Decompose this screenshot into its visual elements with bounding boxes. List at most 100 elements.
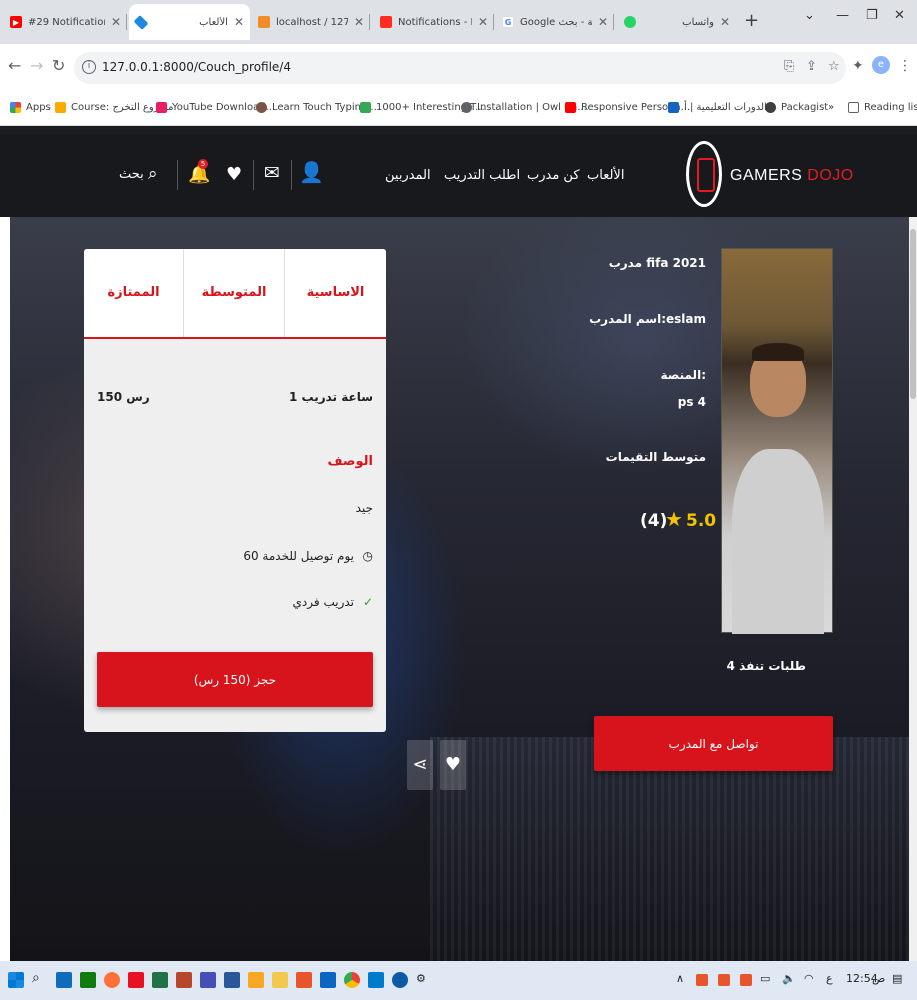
tab-search-icon[interactable]: ⌄ xyxy=(804,8,815,23)
file-explorer-icon[interactable] xyxy=(272,972,288,988)
minimize-icon[interactable]: — xyxy=(836,8,849,23)
coach-photo xyxy=(721,248,833,634)
youtube-icon: ▶ xyxy=(10,16,22,28)
translate-icon[interactable]: ⎘ xyxy=(784,59,794,74)
favorite-heart-icon[interactable]: ♥ xyxy=(440,740,466,790)
bookmark-item[interactable]: الدورات التعليمية | أ... xyxy=(668,102,776,113)
clock-ampm[interactable]: ص xyxy=(872,972,885,985)
back-arrow-icon[interactable]: ← xyxy=(8,56,21,75)
close-tab-icon[interactable]: ✕ xyxy=(598,15,608,29)
extensions-puzzle-icon[interactable]: ✦ xyxy=(852,58,864,74)
reload-icon[interactable]: ↻ xyxy=(52,56,65,75)
browser-tab[interactable]: G Google ترجمة - بحث ✕ xyxy=(496,4,614,40)
excel-icon[interactable] xyxy=(152,972,168,988)
pricing-card: الاساسية المتوسطة الممتازة 1 ساعة تدريب … xyxy=(84,249,386,732)
tab-basic[interactable]: الاساسية xyxy=(285,249,386,337)
word-icon[interactable] xyxy=(224,972,240,988)
browser-tab[interactable]: واتساب ✕ xyxy=(618,4,736,40)
close-tab-icon[interactable]: ✕ xyxy=(111,15,121,29)
more-bookmarks-button[interactable]: » xyxy=(828,102,834,113)
outlook-icon[interactable] xyxy=(320,972,336,988)
rating-count: (4) xyxy=(640,511,668,531)
logo-word-gamers: GAMERS xyxy=(730,167,803,184)
close-window-icon[interactable]: ✕ xyxy=(894,8,905,23)
orders-completed: 4 طلبات تنفذ xyxy=(726,659,806,673)
battery-icon[interactable]: ▭ xyxy=(760,972,770,985)
xampp-tray-icon[interactable] xyxy=(696,974,708,986)
notifications-center-icon[interactable]: ▤ xyxy=(892,972,902,985)
url-text[interactable]: 127.0.0.1:8000/Couch_profile/4 xyxy=(102,60,291,74)
search-icon[interactable]: ⌕ xyxy=(32,970,40,986)
bookmark-item[interactable]: Learn Touch Typing... xyxy=(256,102,377,113)
close-tab-icon[interactable]: ✕ xyxy=(354,15,364,29)
close-tab-icon[interactable]: ✕ xyxy=(720,15,730,29)
bookmark-apps[interactable]: Apps xyxy=(10,102,51,113)
favorites-heart-icon[interactable]: ♥ xyxy=(226,164,242,185)
platform-value: ps 4 xyxy=(677,395,706,409)
sublime-icon[interactable] xyxy=(248,972,264,988)
user-profile-icon[interactable]: 👤 xyxy=(299,160,324,184)
tab-title: واتساب xyxy=(682,16,714,28)
nav-coaches[interactable]: المدربين xyxy=(385,168,431,183)
close-tab-icon[interactable]: ✕ xyxy=(478,15,488,29)
task-view-icon[interactable] xyxy=(56,972,72,988)
site-logo[interactable]: GAMERS DOJO xyxy=(730,167,854,185)
site-info-icon[interactable]: i xyxy=(82,60,96,74)
calculator-icon[interactable] xyxy=(80,972,96,988)
powerpoint-icon[interactable] xyxy=(176,972,192,988)
chrome-icon[interactable] xyxy=(344,972,360,988)
book-button[interactable]: حجز (150 رس) xyxy=(97,652,373,707)
forward-arrow-icon[interactable]: → xyxy=(30,56,43,75)
nav-request-training[interactable]: اطلب التدريب xyxy=(444,168,520,183)
xampp-tray-icon[interactable] xyxy=(718,974,730,986)
menu-kebab-icon[interactable]: ⋮ xyxy=(898,58,912,74)
address-bar[interactable]: i 127.0.0.1:8000/Couch_profile/4 ⎘ ⇪ ☆ xyxy=(74,52,846,84)
contact-coach-button[interactable]: تواصل مع المدرب xyxy=(594,716,833,771)
more-bookmarks-label: » xyxy=(828,102,835,113)
page-scrollbar[interactable] xyxy=(909,217,917,961)
messages-envelope-icon[interactable]: ✉ xyxy=(264,162,280,184)
firefox-icon[interactable] xyxy=(104,972,120,988)
share-icon[interactable]: ⇪ xyxy=(806,59,817,74)
reading-list-button[interactable]: Reading list xyxy=(848,102,917,113)
browser-tab[interactable]: Notifications - Laravel ✕ xyxy=(374,4,494,40)
tab-title: #29 Notification Part xyxy=(28,16,105,28)
delivery-time: 60 يوم توصيل للخدمة xyxy=(243,549,354,563)
bookmark-item[interactable]: Packagist xyxy=(765,102,828,113)
restore-icon[interactable]: ❐ xyxy=(866,8,878,23)
tab-intermediate[interactable]: المتوسطة xyxy=(184,249,285,337)
xampp-icon[interactable] xyxy=(296,972,312,988)
typing-mascot-icon xyxy=(256,102,267,113)
profile-avatar[interactable]: e xyxy=(872,56,890,74)
bookmark-label: Apps xyxy=(26,102,51,113)
new-tab-icon[interactable]: + xyxy=(744,10,759,31)
nav-games[interactable]: الألعاب xyxy=(587,168,624,183)
search-icon[interactable]: ⌕ xyxy=(148,164,158,184)
scrollbar-thumb[interactable] xyxy=(910,229,916,399)
browser-tab[interactable]: localhost / 127.0.0.1 / ✕ xyxy=(252,4,370,40)
tray-chevron-icon[interactable]: ∧ xyxy=(676,972,684,985)
tab-premium[interactable]: الممتازة xyxy=(84,249,184,337)
search-label[interactable]: بحث xyxy=(119,167,144,182)
close-tab-icon[interactable]: ✕ xyxy=(234,15,244,29)
settings-gear-icon[interactable]: ⚙ xyxy=(416,972,426,985)
keyboard-language[interactable]: ع xyxy=(826,972,833,985)
browser-tab[interactable]: ▶ #29 Notification Part ✕ xyxy=(4,4,127,40)
xampp-tray-icon[interactable] xyxy=(740,974,752,986)
reading-list-label: Reading list xyxy=(864,102,917,113)
volume-icon[interactable]: 🔈 xyxy=(782,972,796,985)
share-icon[interactable]: ⋖ xyxy=(407,740,433,790)
bookmark-star-icon[interactable]: ☆ xyxy=(828,59,840,74)
logo-emblem[interactable] xyxy=(686,141,722,207)
edge-icon[interactable] xyxy=(392,972,408,988)
browser-tab-active[interactable]: الألعاب ✕ xyxy=(129,4,250,40)
wifi-icon[interactable]: ◠ xyxy=(804,972,814,985)
package-tabs: الاساسية المتوسطة الممتازة xyxy=(84,249,386,339)
rating-value: 5.0 xyxy=(686,511,717,531)
nav-be-coach[interactable]: كن مدرب xyxy=(527,168,580,183)
windows-start-icon[interactable] xyxy=(8,972,24,988)
teams-icon[interactable] xyxy=(200,972,216,988)
vscode-icon[interactable] xyxy=(368,972,384,988)
page-icon xyxy=(360,102,371,113)
app-icon[interactable] xyxy=(128,972,144,988)
